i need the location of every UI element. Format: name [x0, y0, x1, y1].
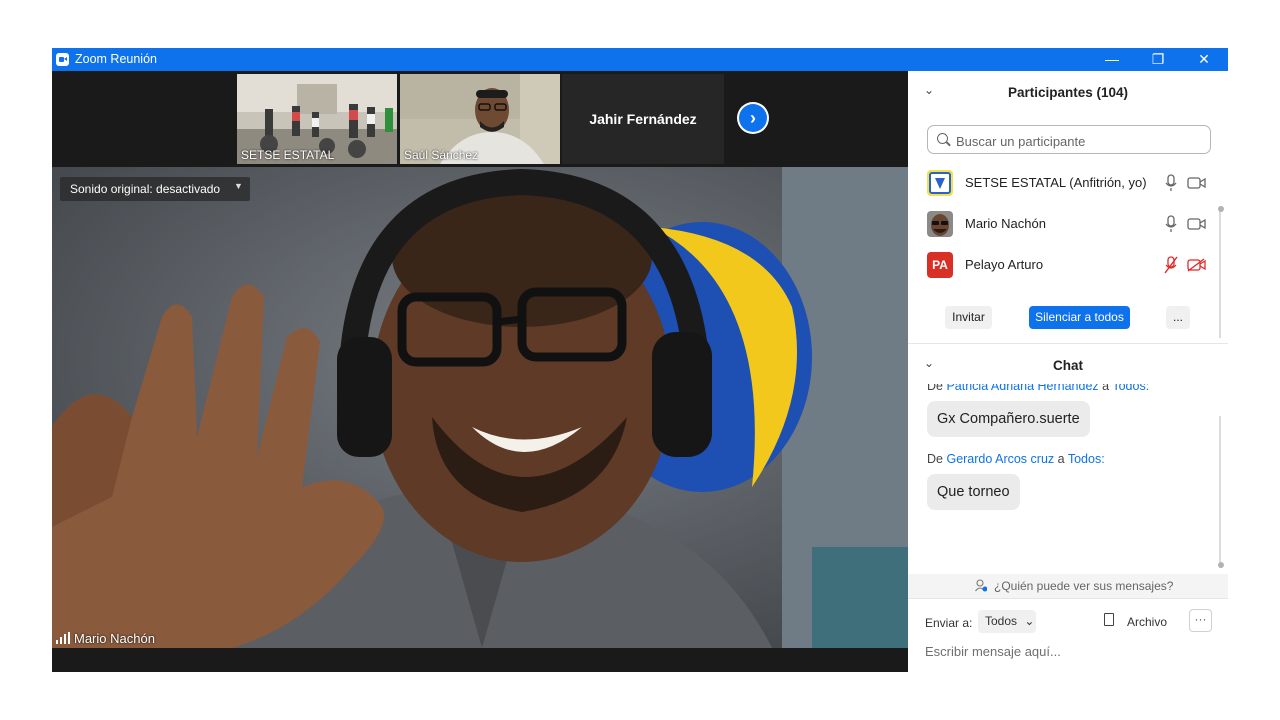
chat-messages: De Patricia Adriana Hernández a Todos: G…: [908, 384, 1228, 574]
host-logo-avatar: [927, 170, 953, 196]
restore-button[interactable]: ❐: [1135, 48, 1181, 71]
more-options-button[interactable]: ...: [1166, 306, 1190, 329]
send-to-row: Enviar a: Todos ⌄ Archivo ···: [908, 609, 1228, 635]
minimize-button[interactable]: —: [1089, 48, 1135, 71]
message-sender-line: De Patricia Adriana Hernández a Todos:: [927, 384, 1149, 393]
video-thumbnail[interactable]: SETSE ESTATAL: [237, 74, 397, 164]
participant-name: Pelayo Arturo: [965, 257, 1044, 272]
chat-more-button[interactable]: ···: [1189, 609, 1212, 632]
search-icon: [937, 133, 948, 144]
participant-photo-avatar: [927, 211, 953, 237]
participant-row[interactable]: Mario Nachón: [908, 204, 1220, 245]
message-sender-line: De Gerardo Arcos cruz a Todos:: [927, 452, 1105, 466]
recipient-name[interactable]: Todos:: [1112, 384, 1149, 393]
chevron-right-icon: ›: [739, 104, 767, 132]
panel-divider: [908, 598, 1228, 599]
file-button[interactable]: Archivo: [1127, 615, 1167, 629]
signal-strength-icon: [56, 632, 70, 644]
title-bar: Zoom Reunión — ❐ ✕: [52, 48, 1228, 71]
original-sound-toggle[interactable]: Sonido original: desactivado ▼: [60, 177, 250, 201]
chat-title: Chat: [1053, 358, 1083, 373]
send-to-label: Enviar a:: [925, 616, 973, 630]
participant-name: SETSE ESTATAL (Anfitrión, yo): [965, 175, 1147, 190]
zoom-window: Zoom Reunión — ❐ ✕ SETSE ESTATAL Saúl Sá…: [52, 48, 1228, 672]
chat-header: ⌄ Chat: [908, 344, 1228, 384]
person-info-icon: [975, 579, 987, 592]
close-button[interactable]: ✕: [1181, 48, 1227, 71]
video-camera-icon[interactable]: [1187, 217, 1206, 231]
video-area: SETSE ESTATAL Saúl Sánchez Jahir Fernánd…: [52, 71, 908, 672]
sender-name[interactable]: Gerardo Arcos cruz: [946, 452, 1054, 466]
file-icon[interactable]: [1104, 613, 1114, 626]
chevron-down-icon: ⌄: [1024, 614, 1035, 628]
next-page-button[interactable]: ›: [737, 102, 769, 134]
thumbnail-name: SETSE ESTATAL: [241, 148, 335, 162]
chat-message-bubble: Que torneo: [927, 474, 1020, 510]
speaker-name-label: Mario Nachón: [56, 631, 155, 646]
participant-list: SETSE ESTATAL (Anfitrión, yo) Mario Nach…: [908, 161, 1228, 289]
send-to-value: Todos: [985, 614, 1018, 628]
recipient-name[interactable]: Todos:: [1068, 452, 1105, 466]
participants-header: ⌄ Participantes (104): [908, 71, 1228, 111]
speaker-video-image: [52, 167, 908, 648]
zoom-logo-icon: [56, 53, 69, 66]
participant-row[interactable]: PA Pelayo Arturo: [908, 245, 1220, 286]
participants-title: Participantes (104): [1007, 85, 1129, 100]
who-can-see-label: ¿Quién puede ver sus mensajes?: [994, 579, 1174, 593]
participant-name: Mario Nachón: [965, 216, 1046, 231]
active-speaker-video: Sonido original: desactivado ▼ Mario Nac…: [52, 167, 908, 648]
initials-avatar: PA: [927, 252, 953, 278]
invite-button[interactable]: Invitar: [945, 306, 992, 329]
chat-message-input[interactable]: [925, 641, 1215, 661]
video-thumbnail[interactable]: Jahir Fernández: [562, 74, 724, 164]
video-bottom-bar: [52, 648, 908, 672]
who-can-see-messages[interactable]: ¿Quién puede ver sus mensajes?: [908, 574, 1228, 598]
video-thumbnail[interactable]: Saúl Sánchez: [400, 74, 560, 164]
original-sound-label: Sonido original: desactivado: [70, 182, 221, 196]
window-title: Zoom Reunión: [75, 52, 157, 66]
video-off-icon[interactable]: [1187, 258, 1206, 272]
chat-message-bubble: Gx Compañero.suerte: [927, 401, 1090, 437]
send-to-dropdown[interactable]: Todos ⌄: [978, 610, 1036, 633]
video-camera-icon[interactable]: [1187, 176, 1206, 190]
mute-all-button[interactable]: Silenciar a todos: [1029, 306, 1130, 329]
participant-list-scrollbar[interactable]: [1218, 206, 1224, 338]
participant-search[interactable]: [927, 125, 1211, 154]
sender-name[interactable]: Patricia Adriana Hernández: [946, 384, 1098, 393]
thumbnail-name: Saúl Sánchez: [404, 148, 479, 162]
thumbnail-name: Jahir Fernández: [589, 111, 697, 127]
gallery-strip: SETSE ESTATAL Saúl Sánchez Jahir Fernánd…: [52, 71, 908, 165]
chevron-down-icon: ▼: [234, 181, 243, 191]
chat-scrollbar[interactable]: [1218, 416, 1224, 568]
participant-search-input[interactable]: [954, 130, 1208, 152]
muted-mic-icon[interactable]: [1164, 256, 1178, 274]
mic-icon[interactable]: [1164, 174, 1178, 192]
speaker-name: Mario Nachón: [74, 631, 155, 646]
mic-icon[interactable]: [1164, 215, 1178, 233]
side-panel: ⌄ Participantes (104) SETSE ESTATAL (Anf…: [908, 71, 1228, 672]
participant-row[interactable]: SETSE ESTATAL (Anfitrión, yo): [908, 163, 1220, 204]
